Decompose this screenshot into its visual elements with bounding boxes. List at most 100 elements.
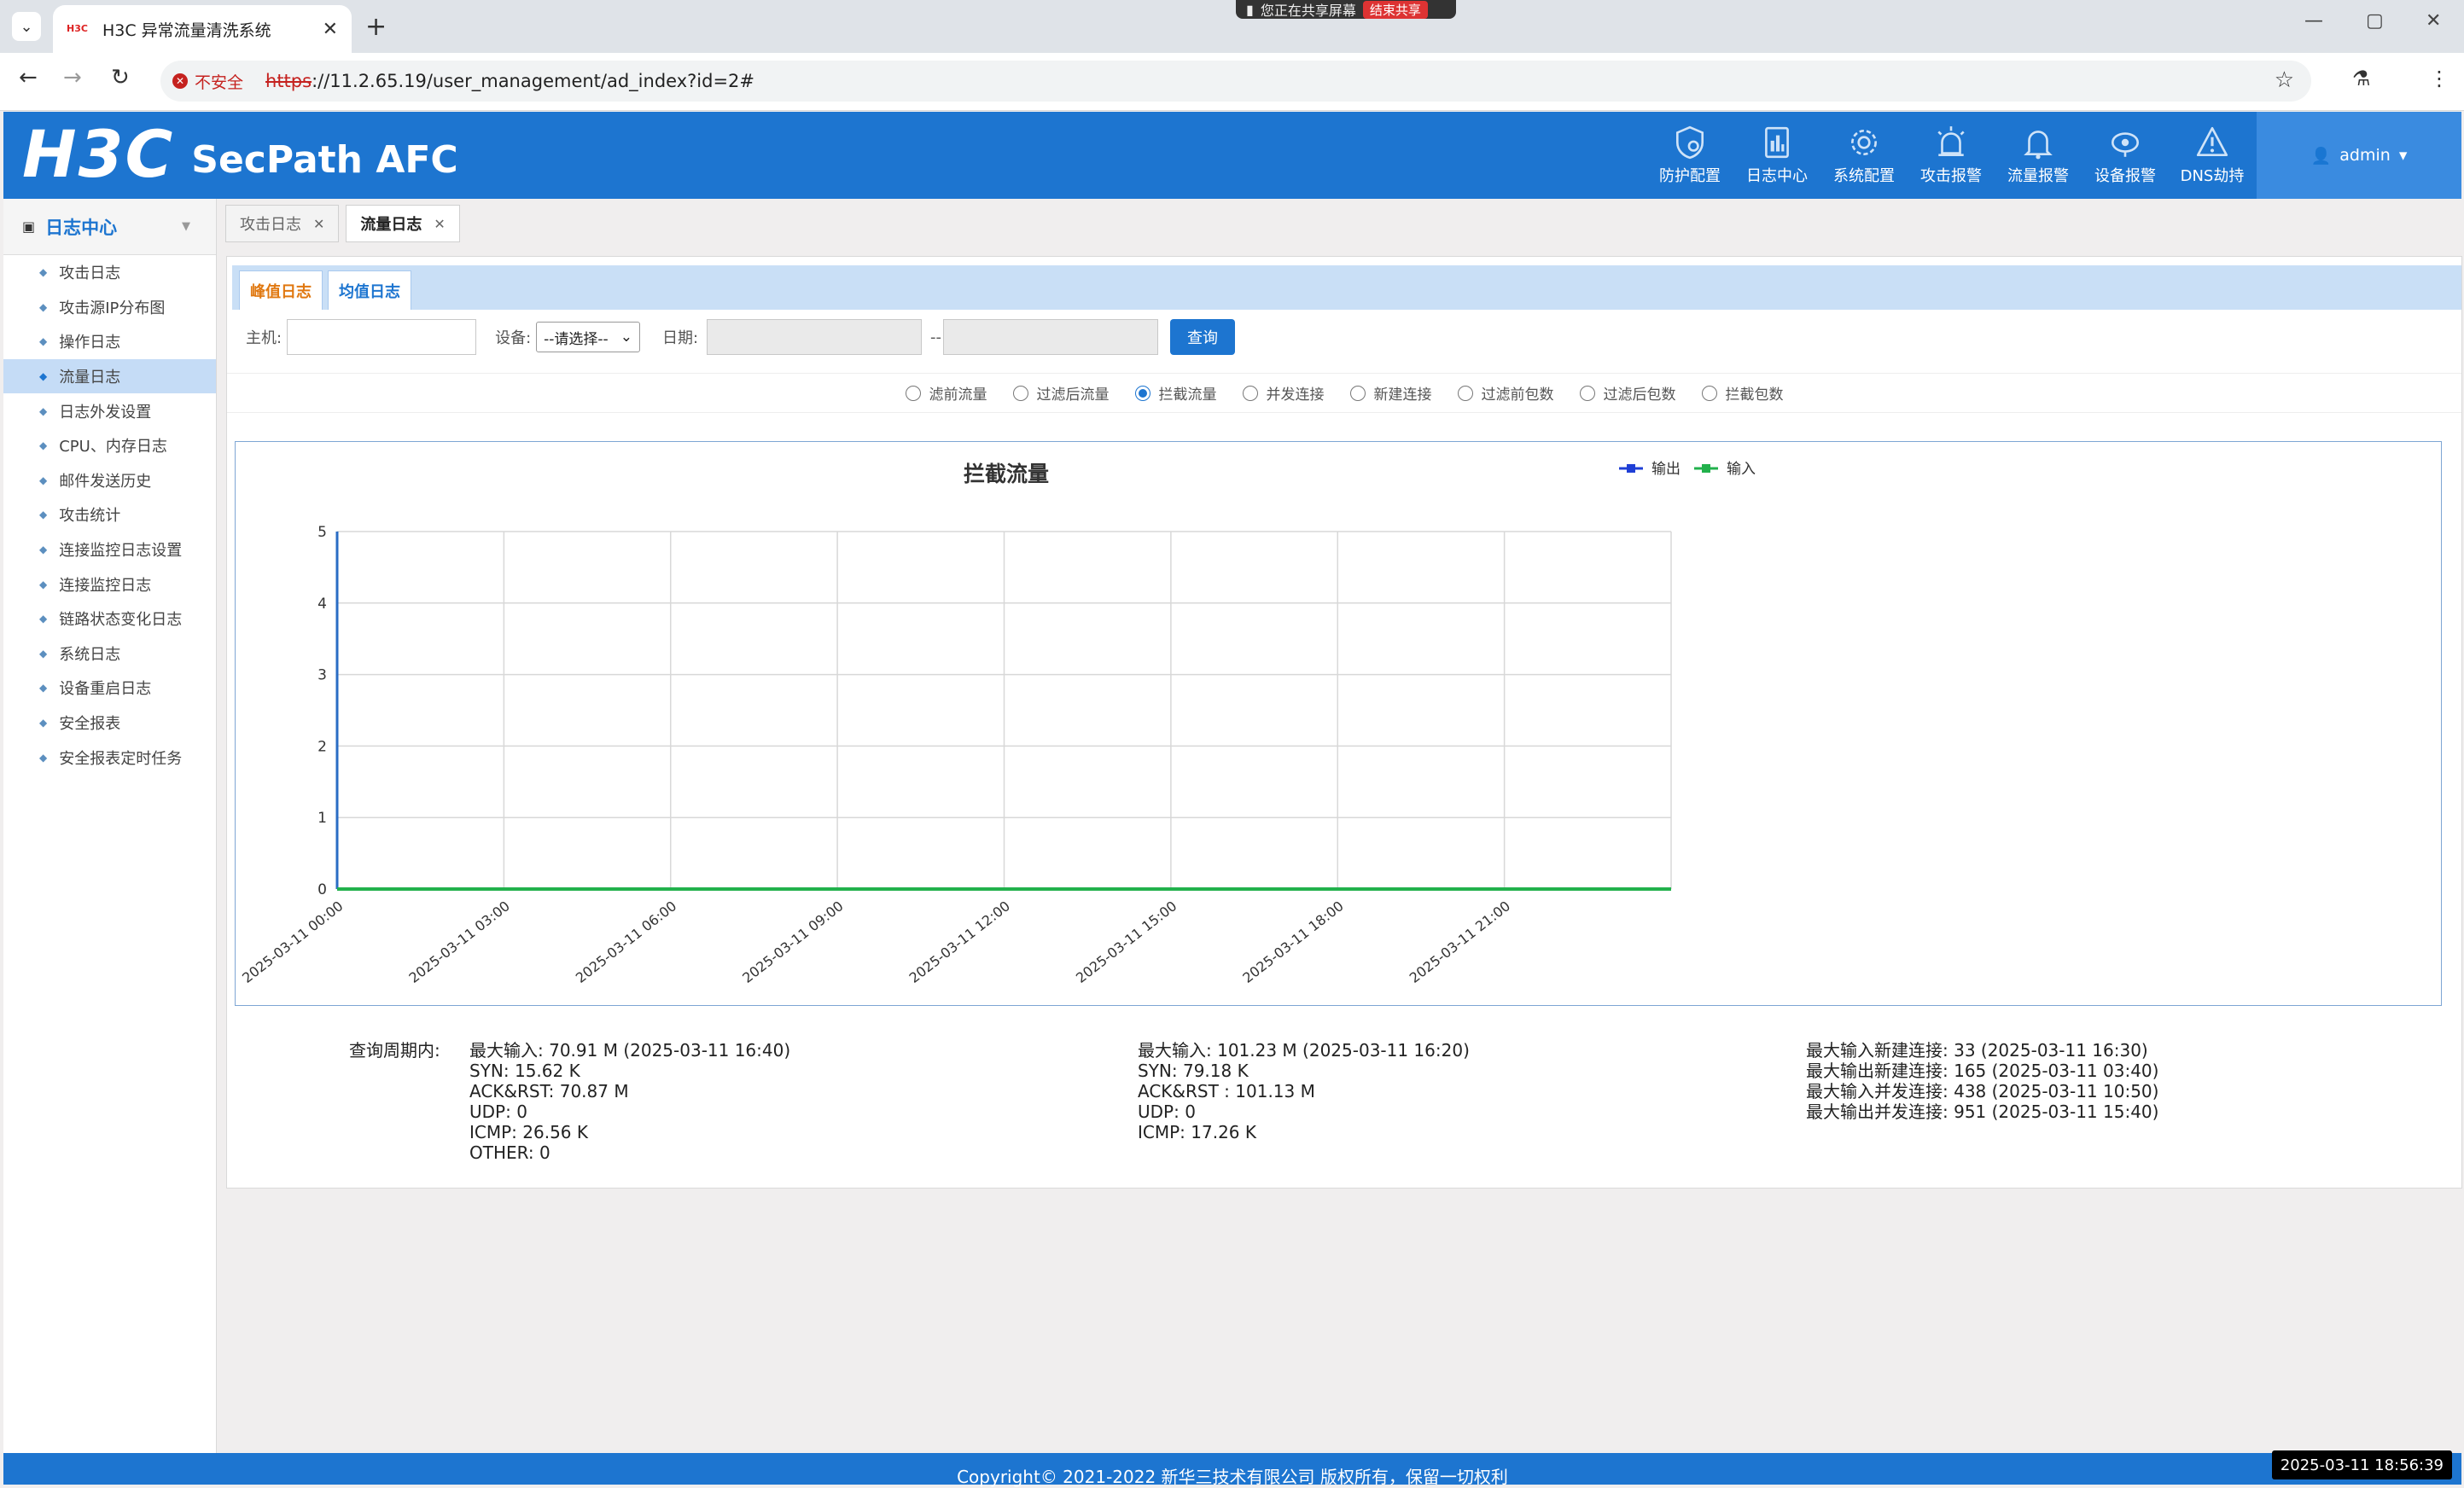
sidebar-item[interactable]: ◆ 攻击统计 <box>3 497 216 532</box>
metric-radio[interactable]: 并发连接 <box>1242 382 1325 404</box>
diamond-bullet-icon: ◆ <box>39 578 48 590</box>
warning-icon: ✕ <box>172 73 188 89</box>
stats-line: UDP: 0 <box>1138 1101 1196 1122</box>
minimize-icon[interactable]: — <box>2304 10 2323 32</box>
screen-share-banner: ▮ 您正在共享屏幕 结束共享 <box>1236 0 1456 19</box>
device-select-value: --请选择-- <box>544 330 609 348</box>
radio-circle-icon[interactable] <box>1579 385 1595 401</box>
radio-circle-icon[interactable] <box>1134 385 1150 401</box>
maximize-icon[interactable]: ▢ <box>2366 10 2384 32</box>
host-input[interactable] <box>287 319 477 355</box>
browser-tab-title: H3C 异常流量清洗系统 <box>102 20 271 40</box>
diamond-bullet-icon: ◆ <box>39 613 48 625</box>
close-icon[interactable]: ✕ <box>434 216 445 232</box>
sidebar-item[interactable]: ◆ 攻击日志 <box>3 255 216 290</box>
radio-label: 滤前流量 <box>929 387 987 404</box>
chevron-down-icon: ▾ <box>2398 146 2408 165</box>
sidebar-item[interactable]: ◆ 安全报表定时任务 <box>3 740 216 775</box>
sidebar-item[interactable]: ◆ 设备重启日志 <box>3 671 216 706</box>
insecure-indicator[interactable]: ✕ 不安全 <box>172 70 243 93</box>
metric-radio[interactable]: 滤前流量 <box>905 382 987 404</box>
sidebar-item-label: CPU、内存日志 <box>59 438 167 456</box>
sidebar-item[interactable]: ◆ CPU、内存日志 <box>3 428 216 463</box>
url-bar[interactable]: ✕ 不安全 https://11.2.65.19/user_management… <box>160 61 2311 102</box>
footer: Copyright© 2021-2022 新华三技术有限公司 版权所有，保留一切… <box>3 1453 2461 1487</box>
bar-chart-icon: ▮ <box>1246 1 1254 18</box>
stats-line: 最大输入: 70.91 M (2025-03-11 16:40) <box>469 1040 791 1061</box>
stats-line: ACK&RST: 70.87 M <box>469 1081 629 1101</box>
radio-circle-icon[interactable] <box>1457 385 1473 401</box>
tab-traffic-log[interactable]: 流量日志 ✕ <box>346 205 460 242</box>
sidebar-item[interactable]: ◆ 安全报表 <box>3 706 216 741</box>
x-tick-label: 2025-03-11 06:00 <box>573 898 679 986</box>
tab-search-button[interactable]: ⌄ <box>12 12 41 41</box>
sidebar-item[interactable]: ◆ 日志外发设置 <box>3 393 216 428</box>
diamond-bullet-icon: ◆ <box>39 335 48 348</box>
date-to-input[interactable] <box>943 319 1159 355</box>
reload-icon[interactable]: ↻ <box>111 65 130 90</box>
tab-average-log[interactable]: 均值日志 <box>328 270 411 310</box>
radio-circle-icon[interactable] <box>1242 385 1258 401</box>
labs-flask-icon[interactable]: ⚗ <box>2352 67 2371 90</box>
radio-circle-icon[interactable] <box>1701 385 1717 401</box>
stats-line: ACK&RST : 101.13 M <box>1138 1081 1315 1101</box>
nav-traffic-alarm[interactable]: 流量报警 <box>1995 112 2082 199</box>
host-label: 主机: <box>246 329 283 347</box>
x-tick-label: 2025-03-11 00:00 <box>239 898 346 986</box>
device-label: 设备: <box>495 329 532 347</box>
main-panel: 峰值日志 均值日志 主机: 设备: --请选择-- ⌄ 日期: -- 查询 滤前… <box>226 256 2462 1189</box>
query-button[interactable]: 查询 <box>1170 319 1236 355</box>
back-icon[interactable]: ← <box>19 65 38 90</box>
app-header: H3C SecPath AFC 防护配置 日志中心 系统配置 攻击报警 流量报警… <box>3 112 2461 199</box>
sidebar-item-label: 操作日志 <box>59 334 121 352</box>
metric-radio[interactable]: 拦截流量 <box>1134 382 1217 404</box>
metric-radio[interactable]: 拦截包数 <box>1701 382 1784 404</box>
tab-attack-log[interactable]: 攻击日志 ✕ <box>225 205 340 242</box>
radio-circle-icon[interactable] <box>1349 385 1366 401</box>
nav-attack-alarm[interactable]: 攻击报警 <box>1908 112 1995 199</box>
metric-radio[interactable]: 新建连接 <box>1349 382 1432 404</box>
metric-radio[interactable]: 过滤后流量 <box>1012 382 1110 404</box>
radio-circle-icon[interactable] <box>905 385 921 401</box>
date-from-input[interactable] <box>707 319 923 355</box>
sidebar-item[interactable]: ◆ 系统日志 <box>3 636 216 671</box>
metric-radio[interactable]: 过滤前包数 <box>1457 382 1554 404</box>
sidebar-item[interactable]: ◆ 操作日志 <box>3 324 216 359</box>
nav-protection-config[interactable]: 防护配置 <box>1646 112 1733 199</box>
nav-system-config[interactable]: 系统配置 <box>1820 112 1908 199</box>
sidebar-item[interactable]: ◆ 链路状态变化日志 <box>3 602 216 636</box>
nav-device-alarm[interactable]: 设备报警 <box>2082 112 2169 199</box>
share-banner-text: 您正在共享屏幕 <box>1260 3 1356 19</box>
sidebar-header[interactable]: ▣ 日志中心 ▼ <box>3 199 216 255</box>
sidebar-item[interactable]: ◆ 流量日志 <box>3 358 216 394</box>
sidebar-item[interactable]: ◆ 邮件发送历史 <box>3 463 216 498</box>
nav-log-center[interactable]: 日志中心 <box>1733 112 1820 199</box>
warning-triangle-icon <box>2196 126 2228 157</box>
log-book-icon <box>1765 126 1789 159</box>
new-tab-button[interactable]: + <box>365 12 387 42</box>
stats-line: 最大输出新建连接: 165 (2025-03-11 03:40) <box>1806 1061 2159 1081</box>
metric-radio[interactable]: 过滤后包数 <box>1579 382 1676 404</box>
browser-tab[interactable]: H3C H3C 异常流量清洗系统 ✕ <box>53 5 352 53</box>
sidebar-item-label: 连接监控日志 <box>59 576 152 595</box>
sidebar-item[interactable]: ◆ 连接监控日志设置 <box>3 532 216 567</box>
close-tab-icon[interactable]: ✕ <box>323 19 338 40</box>
menu-dots-icon[interactable]: ⋮ <box>2429 67 2449 90</box>
sidebar-item[interactable]: ◆ 攻击源IP分布图 <box>3 290 216 325</box>
nav-dns-hijack[interactable]: DNS劫持 <box>2169 112 2256 199</box>
radio-circle-icon[interactable] <box>1012 385 1028 401</box>
sidebar-item[interactable]: ◆ 连接监控日志 <box>3 567 216 602</box>
close-window-icon[interactable]: ✕ <box>2426 10 2441 32</box>
stats-column-1: 最大输入: 70.91 M (2025-03-11 16:40) SYN: 15.… <box>469 1040 790 1163</box>
bookmark-star-icon[interactable]: ☆ <box>2275 67 2294 93</box>
stop-share-button[interactable]: 结束共享 <box>1362 0 1428 19</box>
forward-icon[interactable]: → <box>63 65 82 90</box>
device-select[interactable]: --请选择-- ⌄ <box>536 322 640 352</box>
close-icon[interactable]: ✕ <box>313 216 324 232</box>
nav-label: 系统配置 <box>1833 167 1895 185</box>
tab-peak-log[interactable]: 峰值日志 <box>239 270 323 310</box>
diamond-bullet-icon: ◆ <box>39 647 48 660</box>
chevron-down-icon: ⌄ <box>620 328 632 346</box>
collapse-arrow-icon[interactable]: ▼ <box>182 220 190 233</box>
user-menu[interactable]: 👤 admin ▾ <box>2257 112 2461 199</box>
